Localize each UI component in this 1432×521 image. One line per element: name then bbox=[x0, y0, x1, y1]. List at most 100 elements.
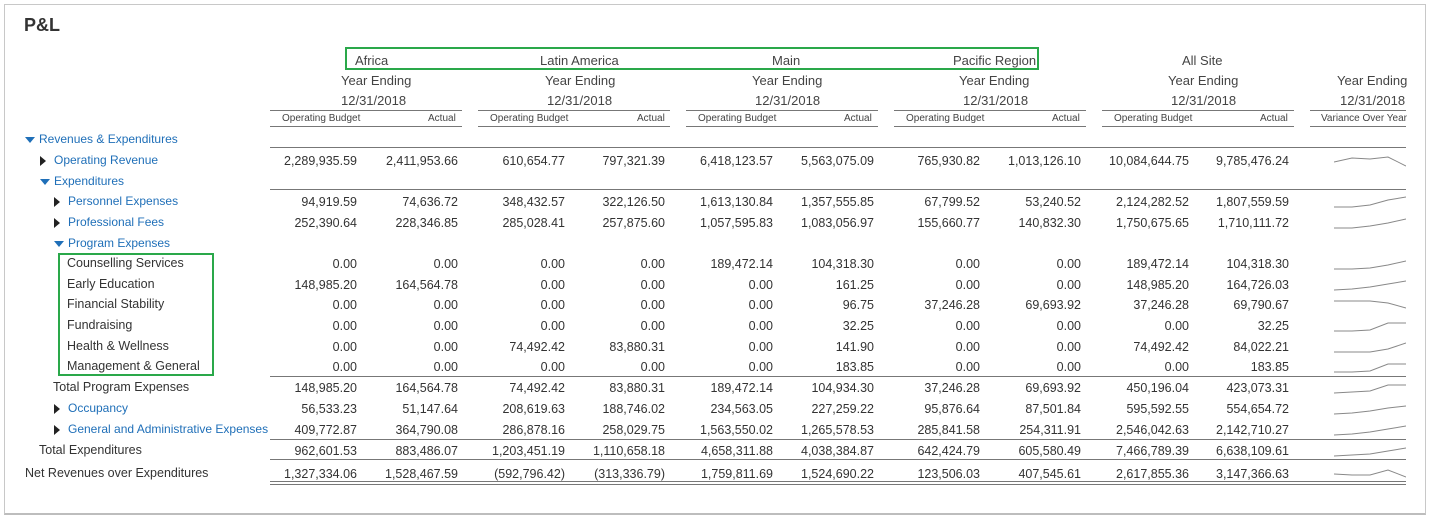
cell-actual: 1,524,690.22 bbox=[801, 467, 874, 481]
cell-operating-budget: 595,592.55 bbox=[1126, 402, 1189, 416]
cell-actual: 227,259.22 bbox=[811, 402, 874, 416]
caret-right-icon[interactable] bbox=[54, 403, 60, 414]
cell-actual: 53,240.52 bbox=[1025, 195, 1081, 209]
caret-right-icon[interactable] bbox=[40, 155, 46, 166]
cell-operating-budget: 0.00 bbox=[540, 319, 565, 333]
col-header-actual: Actual bbox=[637, 113, 665, 124]
caret-right-icon[interactable] bbox=[54, 217, 60, 228]
cell-actual: 183.85 bbox=[835, 360, 874, 374]
year-ending-label: Year Ending bbox=[341, 73, 412, 88]
variance-sparkline bbox=[1334, 405, 1406, 415]
cell-operating-budget: 0.00 bbox=[955, 278, 980, 292]
cell-actual: 32.25 bbox=[1257, 319, 1289, 333]
col-header-actual: Actual bbox=[1052, 113, 1080, 124]
cell-actual: 0.00 bbox=[433, 319, 458, 333]
caret-right-icon[interactable] bbox=[54, 196, 60, 207]
row-label-total-expenditures: Total Expenditures bbox=[39, 443, 142, 457]
cell-operating-budget: 0.00 bbox=[1164, 319, 1189, 333]
variance-sparkline bbox=[1334, 384, 1406, 394]
cell-operating-budget: 0.00 bbox=[955, 340, 980, 354]
cell-operating-budget: 1,203,451.19 bbox=[492, 444, 565, 458]
cell-operating-budget: 2,124,282.52 bbox=[1116, 195, 1189, 209]
cell-operating-budget: 450,196.04 bbox=[1126, 381, 1189, 395]
cell-actual: 104,318.30 bbox=[811, 257, 874, 271]
cell-operating-budget: 1,057,595.83 bbox=[700, 216, 773, 230]
variance-sparkline bbox=[1334, 322, 1406, 332]
cell-operating-budget: 148,985.20 bbox=[294, 381, 357, 395]
cell-actual: 1,710,111.72 bbox=[1217, 216, 1289, 230]
cell-actual: 69,790.67 bbox=[1233, 298, 1289, 312]
cell-operating-budget: 0.00 bbox=[748, 278, 773, 292]
cell-operating-budget: 765,930.82 bbox=[917, 154, 980, 168]
cell-operating-budget: 56,533.23 bbox=[301, 402, 357, 416]
cell-operating-budget: 123,506.03 bbox=[917, 467, 980, 481]
cell-actual: 51,147.64 bbox=[402, 402, 458, 416]
col-header-actual: Actual bbox=[1260, 113, 1288, 124]
variance-sparkline bbox=[1334, 196, 1406, 208]
cell-operating-budget: 74,492.42 bbox=[1133, 340, 1189, 354]
cell-actual: 423,073.31 bbox=[1226, 381, 1289, 395]
caret-down-icon[interactable] bbox=[54, 240, 64, 247]
tree-node-revenues-expenditures[interactable]: Revenues & Expenditures bbox=[25, 132, 178, 146]
cell-actual: 164,726.03 bbox=[1226, 278, 1289, 292]
cell-actual: 322,126.50 bbox=[602, 195, 665, 209]
col-header-variance-over-year: Variance Over Year bbox=[1321, 113, 1407, 124]
cell-operating-budget: 189,472.14 bbox=[710, 381, 773, 395]
cell-operating-budget: 2,617,855.36 bbox=[1116, 467, 1189, 481]
tree-node-professional-fees[interactable]: Professional Fees bbox=[54, 215, 164, 229]
year-ending-label: Year Ending bbox=[1168, 73, 1239, 88]
cell-operating-budget: 148,985.20 bbox=[1126, 278, 1189, 292]
tree-node-occupancy[interactable]: Occupancy bbox=[54, 401, 128, 415]
cell-actual: 0.00 bbox=[640, 257, 665, 271]
cell-operating-budget: 0.00 bbox=[955, 319, 980, 333]
cell-actual: 69,693.92 bbox=[1025, 381, 1081, 395]
cell-actual: 4,038,384.87 bbox=[801, 444, 874, 458]
caret-right-icon[interactable] bbox=[54, 424, 60, 435]
cell-actual: 3,147,366.63 bbox=[1216, 467, 1289, 481]
tree-node-program-expenses[interactable]: Program Expenses bbox=[54, 236, 170, 250]
cell-actual: 141.90 bbox=[835, 340, 874, 354]
cell-actual: 254,311.91 bbox=[1019, 423, 1081, 437]
cell-actual: 164,564.78 bbox=[395, 278, 458, 292]
cell-operating-budget: 348,432.57 bbox=[502, 195, 565, 209]
cell-actual: 1,357,555.85 bbox=[801, 195, 874, 209]
cell-actual: 74,636.72 bbox=[402, 195, 458, 209]
cell-actual: 104,934.30 bbox=[811, 381, 874, 395]
caret-down-icon[interactable] bbox=[25, 136, 35, 143]
cell-operating-budget: 4,658,311.88 bbox=[700, 444, 773, 458]
cell-actual: 0.00 bbox=[433, 257, 458, 271]
cell-operating-budget: 155,660.77 bbox=[917, 216, 980, 230]
tree-node-operating-revenue[interactable]: Operating Revenue bbox=[40, 153, 158, 167]
col-header-operating-budget: Operating Budget bbox=[906, 113, 985, 124]
variance-sparkline bbox=[1334, 218, 1406, 229]
cell-actual: 5,563,075.09 bbox=[801, 154, 874, 168]
page-title: P&L bbox=[24, 15, 60, 35]
cell-actual: 0.00 bbox=[1056, 360, 1081, 374]
tree-node-expenditures[interactable]: Expenditures bbox=[40, 174, 124, 188]
cell-actual: 87,501.84 bbox=[1025, 402, 1081, 416]
cell-operating-budget: 95,876.64 bbox=[924, 402, 980, 416]
caret-down-icon[interactable] bbox=[40, 178, 50, 185]
cell-actual: 0.00 bbox=[640, 278, 665, 292]
cell-actual: 554,654.72 bbox=[1226, 402, 1289, 416]
cell-operating-budget: 0.00 bbox=[332, 360, 357, 374]
cell-operating-budget: 0.00 bbox=[540, 360, 565, 374]
tree-node-general-administrative-expenses[interactable]: General and Administrative Expenses bbox=[54, 422, 268, 436]
cell-operating-budget: 610,654.77 bbox=[502, 154, 565, 168]
cell-operating-budget: 6,418,123.57 bbox=[700, 154, 773, 168]
cell-operating-budget: 0.00 bbox=[540, 257, 565, 271]
cell-operating-budget: 0.00 bbox=[748, 319, 773, 333]
cell-actual: 0.00 bbox=[433, 360, 458, 374]
row-label-total-program-expenses: Total Program Expenses bbox=[53, 380, 190, 394]
cell-operating-budget: 7,466,789.39 bbox=[1116, 444, 1189, 458]
cell-operating-budget: 285,841.58 bbox=[917, 423, 980, 437]
cell-operating-budget: 37,246.28 bbox=[924, 298, 980, 312]
tree-node-personnel-expenses[interactable]: Personnel Expenses bbox=[54, 194, 178, 208]
cell-actual: 0.00 bbox=[433, 340, 458, 354]
cell-actual: 1,807,559.59 bbox=[1216, 195, 1289, 209]
year-ending-label: Year Ending bbox=[752, 73, 823, 88]
cell-actual: 2,142,710.27 bbox=[1216, 423, 1289, 437]
cell-actual: 83,880.31 bbox=[609, 340, 665, 354]
year-ending-label: Year Ending bbox=[959, 73, 1030, 88]
variance-sparkline bbox=[1334, 425, 1406, 436]
